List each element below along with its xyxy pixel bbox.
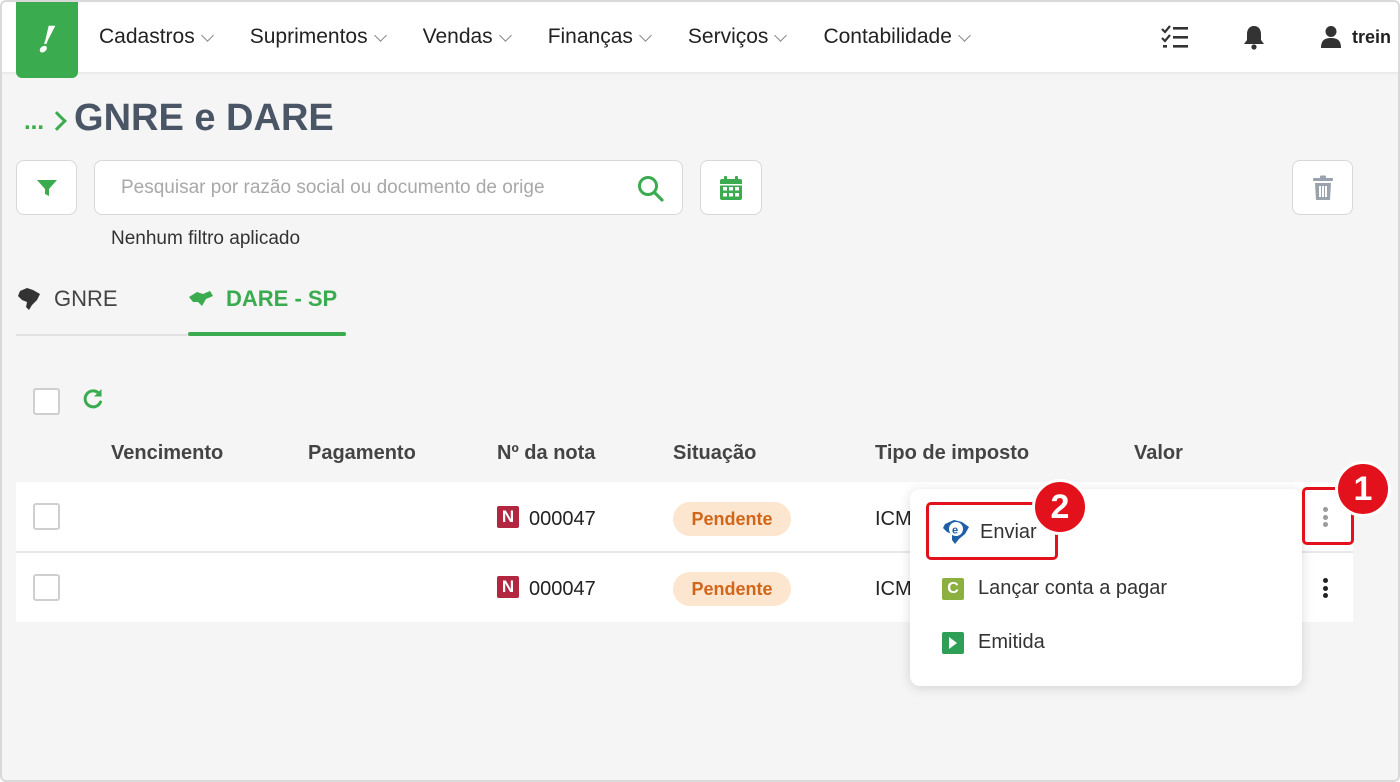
- cell-tipo-imposto: ICM: [875, 578, 912, 600]
- active-tab-indicator: [188, 332, 346, 336]
- menu-financas[interactable]: Finanças: [547, 25, 652, 49]
- logo-mark: !: [35, 19, 59, 61]
- menu-item-emitida[interactable]: Emitida: [942, 631, 1045, 654]
- menu-label: Finanças: [547, 25, 633, 48]
- tasks-button[interactable]: [1160, 2, 1190, 72]
- menu-label: Cadastros: [99, 25, 195, 48]
- column-header-vencimento[interactable]: Vencimento: [111, 442, 223, 465]
- select-all-checkbox[interactable]: [33, 388, 60, 415]
- menu-label: Contabilidade: [823, 25, 952, 48]
- step-marker-2: 2: [1032, 479, 1088, 535]
- kebab-dot: [1322, 578, 1328, 583]
- chevron-right-icon: [47, 110, 67, 131]
- breadcrumb-ellipsis[interactable]: ...: [24, 108, 44, 136]
- search-input[interactable]: [121, 174, 621, 202]
- nfe-badge-icon: N: [497, 506, 519, 528]
- column-header-numero-nota[interactable]: Nº da nota: [497, 442, 595, 465]
- date-filter-button[interactable]: [700, 160, 762, 215]
- cell-nota: 000047: [529, 578, 596, 600]
- arrow-right-icon: [942, 631, 964, 654]
- tab-gnre[interactable]: GNRE: [16, 286, 118, 312]
- breadcrumb: ... GNRE e DARE: [24, 97, 334, 140]
- column-header-valor[interactable]: Valor: [1134, 442, 1183, 465]
- cell-nota: 000047: [529, 508, 596, 530]
- app-logo[interactable]: !: [16, 2, 78, 78]
- chevron-down-icon: [639, 28, 652, 42]
- column-header-tipo-imposto[interactable]: Tipo de imposto: [875, 442, 1029, 465]
- chevron-down-icon: [498, 28, 512, 42]
- notifications-button[interactable]: [1242, 2, 1266, 72]
- menu-vendas[interactable]: Vendas: [422, 25, 512, 49]
- search-box: [94, 160, 683, 215]
- bell-icon: [1244, 26, 1264, 50]
- row-actions-kebab-icon[interactable]: [1322, 578, 1328, 598]
- cell-tipo-imposto: ICM: [875, 508, 912, 530]
- brazil-map-icon: [18, 288, 40, 310]
- c-icon: C: [942, 577, 964, 600]
- column-header-situacao[interactable]: Situação: [673, 442, 756, 465]
- user-icon: [1321, 26, 1341, 48]
- menu-label: Vendas: [422, 25, 493, 48]
- kebab-dot: [1322, 585, 1328, 591]
- trash-icon: [1312, 175, 1333, 200]
- main-menu: Cadastros Suprimentos Vendas Finanças Se…: [99, 2, 1007, 72]
- menu-item-label: Emitida: [978, 631, 1045, 653]
- menu-label: Suprimentos: [249, 25, 368, 48]
- column-header-pagamento[interactable]: Pagamento: [308, 442, 416, 465]
- step-marker-1: 1: [1335, 461, 1391, 517]
- menu-label: Serviços: [687, 25, 769, 48]
- row-checkbox[interactable]: [33, 503, 60, 530]
- sao-paulo-map-icon: [189, 291, 213, 306]
- chevron-down-icon: [774, 28, 788, 42]
- delete-button[interactable]: [1292, 160, 1353, 215]
- filter-icon: [36, 179, 57, 196]
- filter-button[interactable]: [16, 160, 77, 215]
- menu-servicos[interactable]: Serviços: [687, 25, 788, 49]
- chevron-down-icon: [373, 28, 387, 42]
- status-badge: Pendente: [673, 502, 791, 536]
- tab-label: GNRE: [54, 286, 118, 311]
- tab-dare-sp[interactable]: DARE - SP: [188, 286, 337, 312]
- top-navbar: ! Cadastros Suprimentos Vendas Finanças …: [2, 2, 1398, 78]
- menu-item-label: Lançar conta a pagar: [978, 577, 1168, 599]
- checklist-icon: [1161, 25, 1188, 48]
- tab-label: DARE - SP: [226, 286, 338, 311]
- page-title: GNRE e DARE: [74, 97, 334, 139]
- user-name: trein: [1352, 26, 1392, 47]
- filter-status: Nenhum filtro aplicado: [111, 228, 301, 249]
- menu-contabilidade[interactable]: Contabilidade: [823, 25, 971, 49]
- chevron-down-icon: [958, 28, 971, 42]
- user-menu[interactable]: trein: [1320, 2, 1391, 72]
- menu-cadastros[interactable]: Cadastros: [99, 25, 214, 49]
- menu-suprimentos[interactable]: Suprimentos: [249, 25, 387, 49]
- nfe-badge-icon: N: [497, 576, 519, 598]
- chevron-down-icon: [200, 28, 214, 42]
- kebab-dot: [1322, 593, 1328, 598]
- refresh-icon[interactable]: [82, 388, 104, 410]
- row-checkbox[interactable]: [33, 574, 60, 601]
- menu-item-lancar-conta[interactable]: C Lançar conta a pagar: [942, 577, 1167, 600]
- app-window: ! Cadastros Suprimentos Vendas Finanças …: [0, 0, 1400, 782]
- status-badge: Pendente: [673, 572, 791, 606]
- search-icon[interactable]: [637, 175, 665, 203]
- calendar-icon: [720, 175, 742, 200]
